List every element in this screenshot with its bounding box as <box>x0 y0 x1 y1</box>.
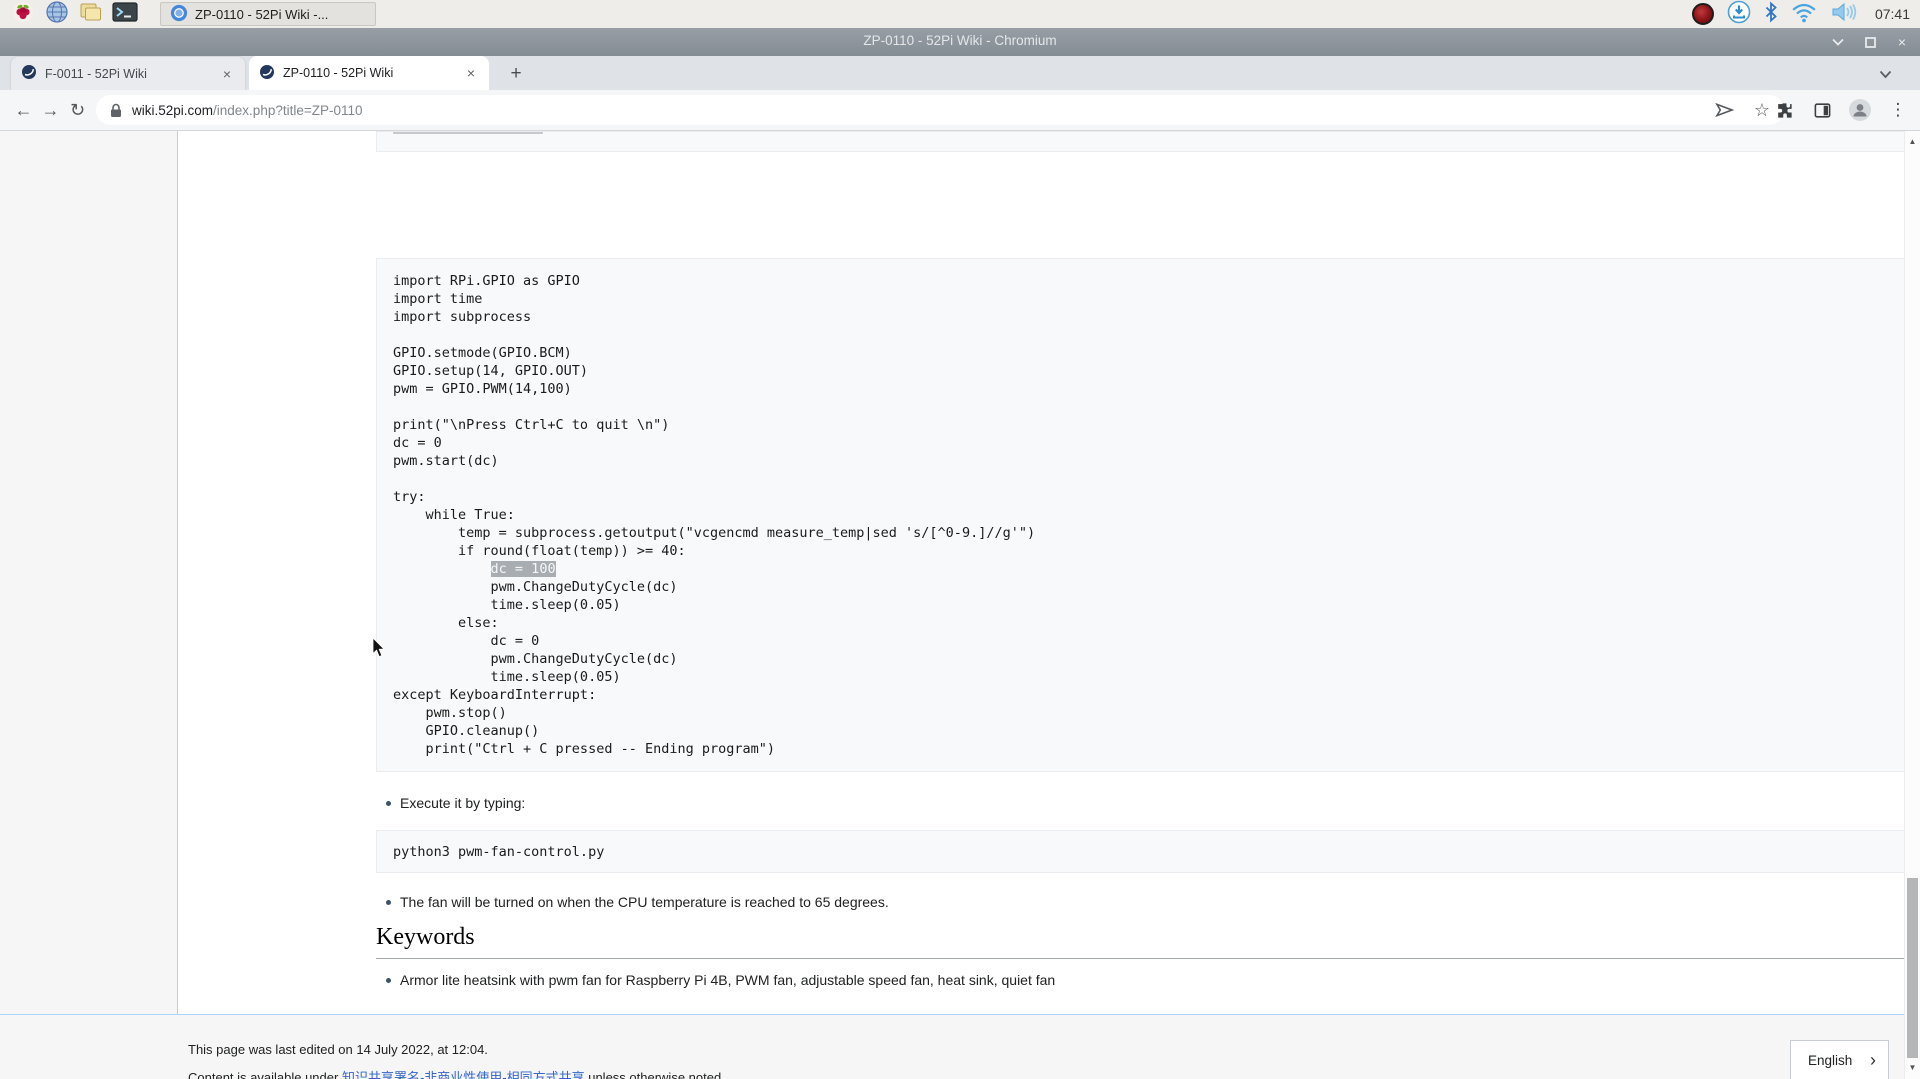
url-path: /index.php?title=ZP-0110 <box>213 103 362 118</box>
browser-menu-icon[interactable]: ⋮ <box>1884 96 1912 124</box>
tab-strip: F-0011 - 52Pi Wiki × ZP-0110 - 52Pi Wiki… <box>0 56 1920 90</box>
taskbar: ZP-0110 - 52Pi Wiki -... <box>0 0 1920 28</box>
taskbar-status-area: 07:41 <box>1692 0 1910 29</box>
list-item: Armor lite heatsink with pwm fan for Ras… <box>385 972 1055 988</box>
send-to-device-icon[interactable] <box>1715 102 1734 118</box>
window-title: ZP-0110 - 52Pi Wiki - Chromium <box>0 33 1920 48</box>
bookmark-star-icon[interactable]: ☆ <box>1754 100 1770 121</box>
screen-recorder-icon[interactable] <box>1692 3 1714 25</box>
wiki-favicon-icon <box>21 64 37 83</box>
page-scrollbar[interactable]: ▲ ▼ <box>1904 131 1920 1079</box>
tab-close-icon[interactable]: × <box>219 66 235 82</box>
wiki-content: means library is OK. Open a terminal and… <box>177 131 1904 1014</box>
tab-close-icon[interactable]: × <box>463 65 479 81</box>
wiki-sidebar-area <box>0 131 177 1079</box>
window-titlebar[interactable]: ZP-0110 - 52Pi Wiki - Chromium × <box>0 28 1920 56</box>
web-browser-launcher[interactable] <box>44 2 70 26</box>
desktop: ZP-0110 - 52Pi Wiki -... <box>0 0 1920 1079</box>
scrollbar-thumb[interactable] <box>1907 878 1918 1058</box>
toolbar-actions: ⋮ <box>1770 96 1912 124</box>
chromium-icon <box>170 4 188 25</box>
list-item: Execute it by typing: <box>385 795 525 811</box>
terminal-launcher[interactable] <box>112 2 138 26</box>
wiki-footer: This page was last edited on 14 July 202… <box>0 1014 1904 1079</box>
address-bar[interactable]: wiki.52pi.com/index.php?title=ZP-0110 ☆ <box>96 95 1784 125</box>
minimize-icon[interactable] <box>1830 34 1846 50</box>
updates-icon[interactable] <box>1727 0 1751 29</box>
tab-zp0110[interactable]: ZP-0110 - 52Pi Wiki × <box>249 56 489 90</box>
language-button-label: English <box>1808 1053 1852 1068</box>
clipped-text-remnant <box>393 131 543 134</box>
bluetooth-icon[interactable] <box>1764 1 1778 28</box>
last-edited-text: This page was last edited on 14 July 202… <box>188 1042 488 1057</box>
globe-icon <box>46 1 68 28</box>
list-item: The fan will be turned on when the CPU t… <box>385 894 889 910</box>
app-menu-button[interactable] <box>10 2 36 26</box>
raspberry-icon <box>12 1 34 28</box>
folder-icon <box>79 1 103 28</box>
lock-icon <box>110 103 122 118</box>
side-panel-icon[interactable] <box>1808 96 1836 124</box>
wifi-icon[interactable] <box>1791 1 1817 28</box>
close-icon[interactable]: × <box>1894 34 1910 50</box>
wiki-favicon-icon <box>259 64 275 83</box>
volume-icon[interactable] <box>1830 1 1858 28</box>
license-text: Content is available under 知识共享署名-非商业性使用… <box>188 1067 725 1079</box>
reload-button[interactable]: ↻ <box>64 97 91 124</box>
url-text: wiki.52pi.com/index.php?title=ZP-0110 <box>132 103 363 118</box>
license-suffix: unless otherwise noted. <box>585 1070 725 1079</box>
omnibox-actions: ☆ <box>1715 100 1770 121</box>
tab-label: F-0011 - 52Pi Wiki <box>45 67 211 81</box>
file-manager-launcher[interactable] <box>78 2 104 26</box>
terminal-icon <box>112 2 138 27</box>
maximize-icon[interactable] <box>1862 34 1878 50</box>
tab-label: ZP-0110 - 52Pi Wiki <box>283 66 455 80</box>
command-block[interactable]: python3 pwm-fan-control.py <box>376 830 1920 873</box>
extensions-icon[interactable] <box>1770 96 1798 124</box>
chevron-right-icon: › <box>1870 1050 1876 1071</box>
browser-toolbar: ← → ↻ wiki.52pi.com/index.php?title=ZP-0… <box>0 90 1920 131</box>
profile-avatar[interactable] <box>1846 96 1874 124</box>
taskbar-app-label: ZP-0110 - 52Pi Wiki -... <box>195 7 328 22</box>
new-tab-button[interactable]: + <box>503 61 529 87</box>
license-prefix: Content is available under <box>188 1070 342 1079</box>
mouse-cursor <box>372 638 386 663</box>
tab-f0011[interactable]: F-0011 - 52Pi Wiki × <box>10 56 246 90</box>
back-button[interactable]: ← <box>10 97 37 124</box>
taskbar-app-button[interactable]: ZP-0110 - 52Pi Wiki -... <box>160 2 376 26</box>
scroll-down-icon[interactable]: ▼ <box>1905 1063 1920 1072</box>
pwm-code-text: import RPi.GPIO as GPIO import time impo… <box>393 273 1035 757</box>
scroll-up-icon[interactable]: ▲ <box>1905 137 1920 146</box>
pwm-code-block[interactable]: import RPi.GPIO as GPIO import time impo… <box>376 258 1920 772</box>
language-button[interactable]: English › <box>1790 1040 1889 1079</box>
clock[interactable]: 07:41 <box>1875 6 1910 22</box>
window-controls: × <box>1830 28 1910 56</box>
code-block-partial <box>376 131 1920 152</box>
keywords-heading: Keywords <box>376 924 1920 959</box>
license-link[interactable]: 知识共享署名-非商业性使用-相同方式共享 <box>342 1070 585 1079</box>
tab-search-chevron-icon[interactable] <box>1876 65 1894 83</box>
forward-button[interactable]: → <box>37 97 64 124</box>
url-domain: wiki.52pi.com <box>132 103 213 118</box>
